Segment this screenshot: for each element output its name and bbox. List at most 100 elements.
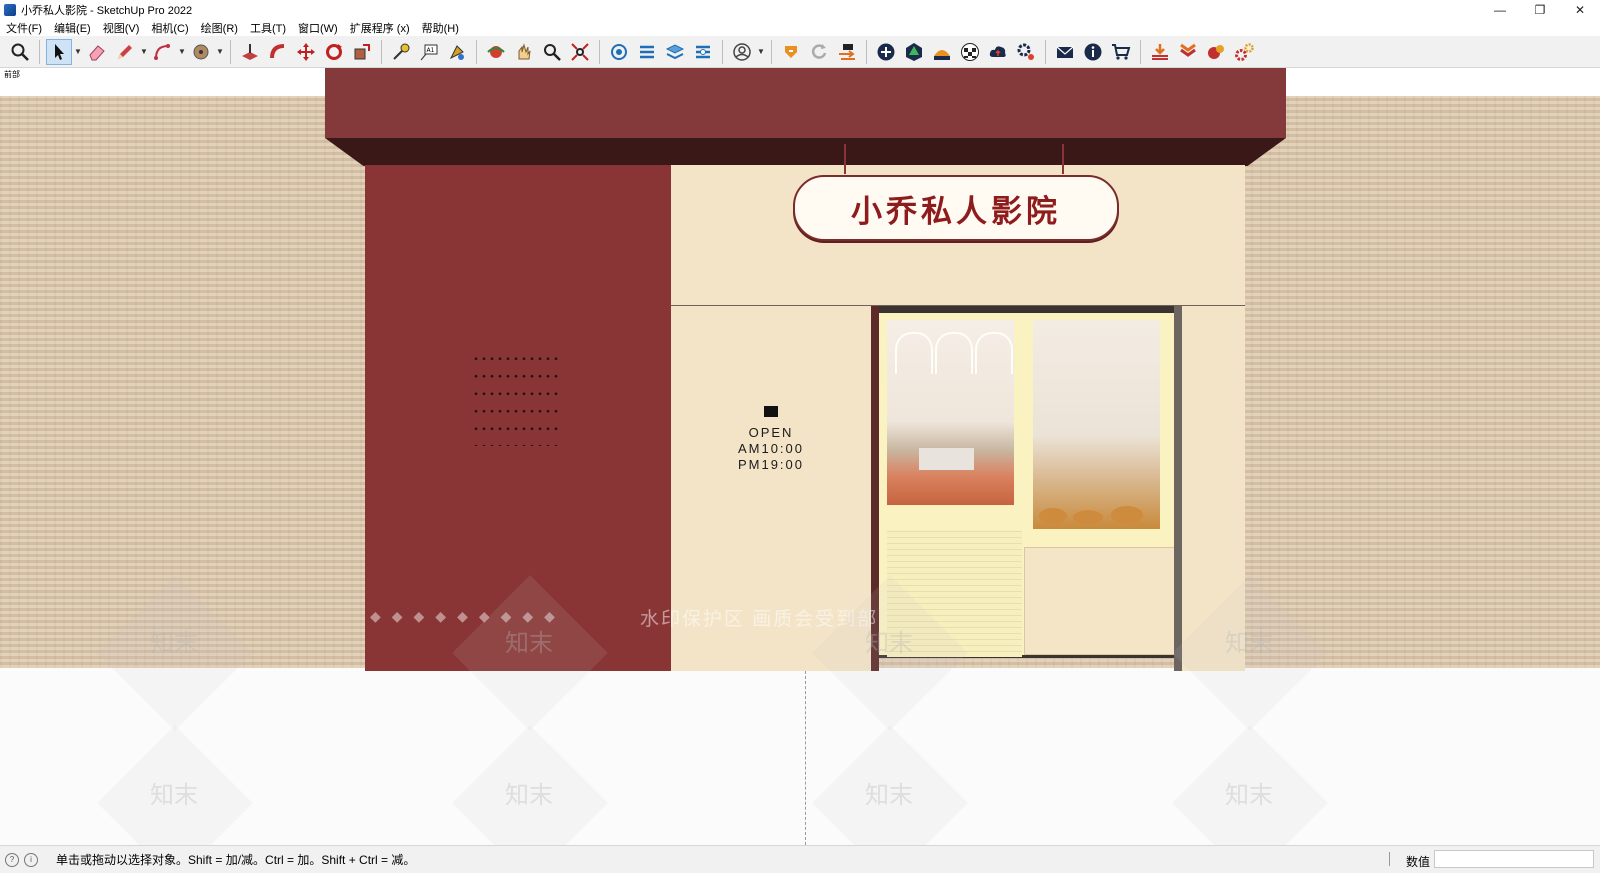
bread-item	[1039, 508, 1067, 524]
cloud-icon[interactable]	[985, 39, 1011, 65]
menu-tools[interactable]: 工具(T)	[244, 20, 292, 36]
push-pull-icon[interactable]	[237, 39, 263, 65]
mail-icon[interactable]	[1052, 39, 1078, 65]
geolocation-icon[interactable]: ?	[5, 852, 19, 867]
arc-dropdown-icon[interactable]: ▼	[177, 39, 187, 65]
interior-arch	[975, 332, 1013, 374]
select-icon[interactable]	[46, 38, 72, 65]
render-icon[interactable]	[1203, 39, 1229, 65]
close-button[interactable]: ✕	[1560, 0, 1600, 20]
layers-icon[interactable]	[662, 39, 688, 65]
extension-icon[interactable]	[634, 39, 660, 65]
watermark-logo-text: 知末	[1225, 630, 1273, 657]
follow-me-icon[interactable]	[265, 39, 291, 65]
title-bar: 小乔私人影院 - SketchUp Pro 2022 — ❐ ✕	[0, 0, 1600, 20]
paint-dropdown-icon[interactable]: ▼	[215, 39, 225, 65]
canopy-fascia	[325, 68, 1286, 138]
plugin-icon[interactable]	[778, 39, 804, 65]
add-icon[interactable]	[873, 39, 899, 65]
interior-arch	[935, 332, 973, 374]
watermark-logo-text: 知末	[1225, 782, 1273, 809]
refresh-icon[interactable]	[806, 39, 832, 65]
watermark-logo-text: 知末	[150, 782, 198, 809]
info-icon[interactable]	[1080, 39, 1106, 65]
user-icon[interactable]	[729, 39, 755, 65]
sign-hanger-right	[1062, 144, 1064, 174]
menu-camera[interactable]: 相机(C)	[145, 20, 194, 36]
download-icon[interactable]	[1147, 39, 1173, 65]
stack-icon[interactable]	[1175, 39, 1201, 65]
vent-dot-pattern	[472, 350, 562, 446]
paint-bucket-icon[interactable]	[188, 39, 214, 65]
warehouse-icon[interactable]	[606, 39, 632, 65]
modeling-viewport[interactable]: 前部 小乔私人影院 OPEN AM10:00 PM19:00 ◆◆◆◆◆◆◆◆◆…	[0, 68, 1600, 845]
export-icon[interactable]	[834, 39, 860, 65]
tree-icon[interactable]	[901, 39, 927, 65]
chart-icon[interactable]	[929, 39, 955, 65]
eraser-icon[interactable]	[84, 39, 110, 65]
menu-extensions[interactable]: 扩展程序 (x)	[344, 20, 416, 36]
interior-counter	[919, 448, 974, 470]
signboard-text: 小乔私人影院	[851, 193, 1061, 230]
menu-draw[interactable]: 绘图(R)	[195, 20, 244, 36]
zoom-icon[interactable]	[7, 39, 33, 65]
window-controls: — ❐ ✕	[1480, 0, 1600, 20]
pan-icon[interactable]	[511, 39, 537, 65]
tape-measure-icon[interactable]	[388, 39, 414, 65]
window-glass-left	[887, 320, 1014, 505]
toolbar-separator	[476, 39, 477, 64]
svg-text:A1: A1	[427, 47, 435, 54]
hanging-signboard: 小乔私人影院	[793, 175, 1119, 241]
main-toolbar: ▼ ▼ ▼ ▼ A1 ▼	[0, 36, 1600, 68]
window-title: 小乔私人影院 - SketchUp Pro 2022	[21, 5, 193, 17]
zoom-window-icon[interactable]	[539, 39, 565, 65]
sign-marker-square	[764, 406, 778, 417]
extension-manager-icon[interactable]	[690, 39, 716, 65]
ground-plane	[0, 668, 1600, 845]
scale-icon[interactable]	[349, 39, 375, 65]
toolbar-separator	[1045, 39, 1046, 64]
cart-icon[interactable]	[1108, 39, 1134, 65]
select-dropdown-icon[interactable]: ▼	[73, 39, 83, 65]
toolbar-separator	[1140, 39, 1141, 64]
paint-icon[interactable]	[444, 39, 470, 65]
status-hint: 单击或拖动以选择对象。Shift = 加/减。Ctrl = 加。Shift + …	[56, 853, 416, 867]
measurements-input[interactable]	[1434, 850, 1594, 868]
pencil-icon[interactable]	[112, 39, 138, 65]
window-kick-panel	[1024, 547, 1177, 655]
restore-button[interactable]: ❐	[1520, 0, 1560, 20]
window-glass-right	[1033, 320, 1160, 529]
rotate-icon[interactable]	[321, 39, 347, 65]
zoom-extents-icon[interactable]	[567, 39, 593, 65]
watermark-logo-text: 知末	[865, 782, 913, 809]
menu-view[interactable]: 视图(V)	[97, 20, 146, 36]
checker-icon[interactable]	[957, 39, 983, 65]
canopy-soffit	[325, 138, 1286, 166]
menu-file[interactable]: 文件(F)	[0, 20, 48, 36]
toolbar-separator	[722, 39, 723, 64]
settings-icon[interactable]	[1013, 39, 1039, 65]
status-separator	[1389, 852, 1390, 866]
orbit-icon[interactable]	[483, 39, 509, 65]
open-hours-am: AM10:00	[737, 441, 805, 456]
window-side-frame	[1174, 306, 1182, 671]
watermark-logo-text: 知末	[865, 630, 913, 657]
gear-icon[interactable]	[1231, 39, 1257, 65]
arc-icon[interactable]	[150, 39, 176, 65]
credits-icon[interactable]: i	[24, 852, 38, 867]
menu-bar: 文件(F) 编辑(E) 视图(V) 相机(C) 绘图(R) 工具(T) 窗口(W…	[0, 20, 1600, 36]
menu-window[interactable]: 窗口(W)	[292, 20, 344, 36]
minimize-button[interactable]: —	[1480, 0, 1520, 20]
scene-tab-label[interactable]: 前部	[4, 69, 20, 80]
opening-hours-sign: OPEN AM10:00 PM19:00	[725, 406, 817, 473]
user-dropdown-icon[interactable]: ▼	[756, 39, 766, 65]
toolbar-separator	[599, 39, 600, 64]
toolbar-separator	[381, 39, 382, 64]
pencil-dropdown-icon[interactable]: ▼	[139, 39, 149, 65]
menu-edit[interactable]: 编辑(E)	[48, 20, 97, 36]
toolbar-separator	[39, 39, 40, 64]
text-icon[interactable]: A1	[416, 39, 442, 65]
status-bar: ? i 单击或拖动以选择对象。Shift = 加/减。Ctrl = 加。Shif…	[0, 845, 1600, 873]
move-icon[interactable]	[293, 39, 319, 65]
menu-help[interactable]: 帮助(H)	[416, 20, 465, 36]
